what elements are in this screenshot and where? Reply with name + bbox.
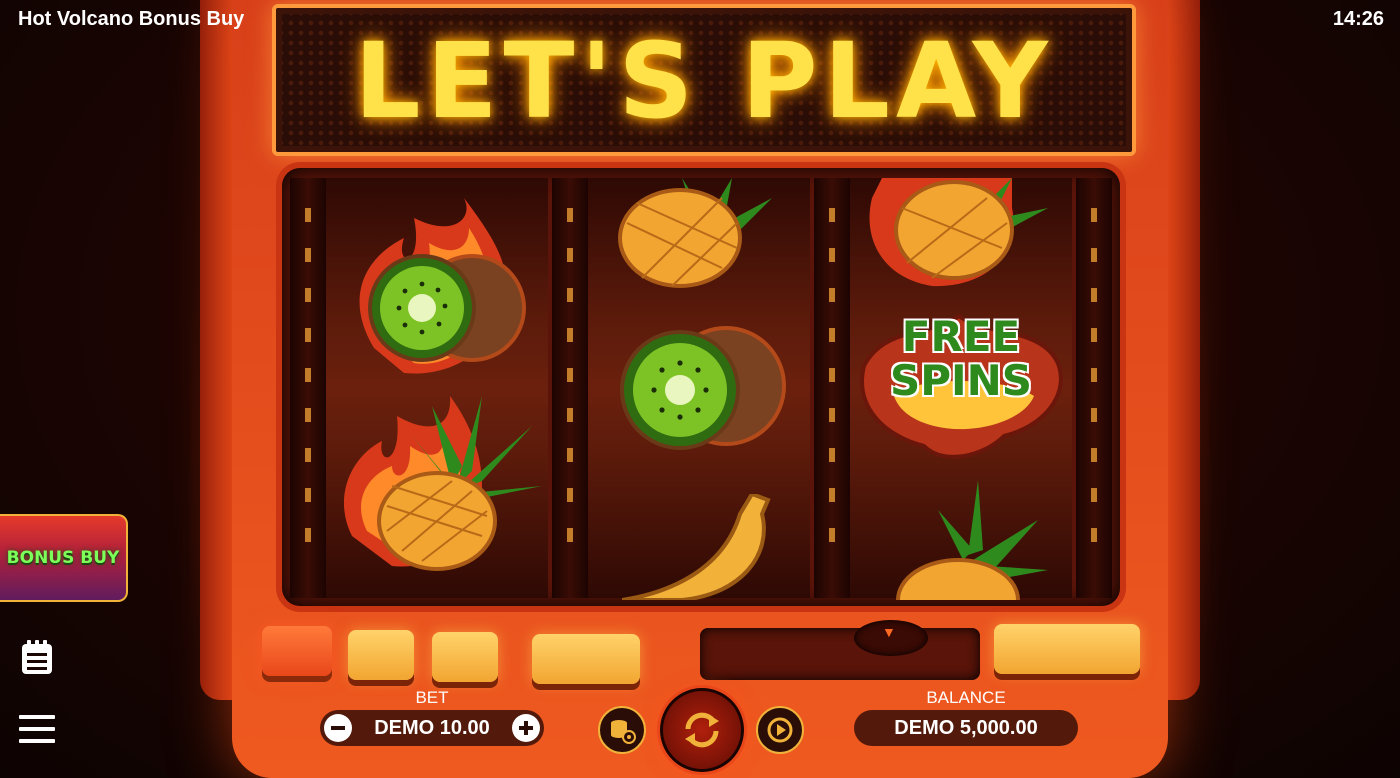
reel-separator — [552, 178, 588, 598]
deck-button — [532, 634, 640, 684]
bet-value: DEMO 10.00 — [374, 716, 490, 739]
autoplay-icon — [767, 717, 793, 743]
spin-arrows-icon — [685, 712, 719, 748]
spin-button[interactable] — [660, 688, 744, 772]
pineapple-symbol — [618, 178, 772, 288]
kiwi-symbol — [620, 326, 786, 450]
deck-button — [262, 626, 332, 676]
game-title: Hot Volcano Bonus Buy — [18, 8, 245, 30]
bet-value-display: DEMO 10.00 — [320, 710, 544, 746]
flaming-kiwi-symbol — [359, 198, 526, 374]
marquee-display: LET'S PLAY — [272, 4, 1136, 156]
banana-symbol — [622, 494, 771, 600]
free-spins-text-line1: FREE — [901, 312, 1021, 361]
balance-label: BALANCE — [926, 688, 1006, 707]
balance-value-display: DEMO 5,000.00 — [854, 710, 1078, 746]
pineapple-symbol — [896, 480, 1048, 600]
minus-icon — [331, 726, 345, 730]
deck-button — [432, 632, 498, 682]
reel-separator — [814, 178, 850, 598]
hamburger-menu-icon[interactable] — [18, 710, 56, 748]
flaming-pineapple-symbol — [869, 178, 1048, 287]
free-spins-symbol: FREE SPINS — [854, 306, 1068, 466]
bet-decrease-button[interactable] — [324, 714, 352, 742]
reel-separator — [290, 178, 326, 598]
bet-label: BET — [415, 688, 449, 707]
marquee-text: LET'S PLAY — [354, 20, 1054, 142]
deck-panel — [700, 628, 980, 680]
free-spins-text-line2: SPINS — [889, 356, 1033, 405]
flaming-pineapple-symbol — [343, 396, 542, 571]
coins-gear-icon — [611, 720, 636, 744]
autoplay-button[interactable] — [756, 706, 804, 754]
deck-button — [348, 630, 414, 680]
deck-arrow-knob — [854, 620, 928, 656]
paytable-icon[interactable] — [18, 638, 56, 676]
reel-separator — [1076, 178, 1112, 598]
balance-value: DEMO 5,000.00 — [894, 716, 1038, 739]
bet-settings-button[interactable] — [598, 706, 646, 754]
plus-icon — [519, 721, 533, 735]
bonus-buy-button[interactable]: BONUS BUY — [0, 514, 128, 602]
clock: 14:26 — [1332, 8, 1384, 30]
bonus-buy-label: BONUS BUY — [6, 548, 120, 568]
deck-button — [994, 624, 1140, 674]
bet-increase-button[interactable] — [512, 714, 540, 742]
